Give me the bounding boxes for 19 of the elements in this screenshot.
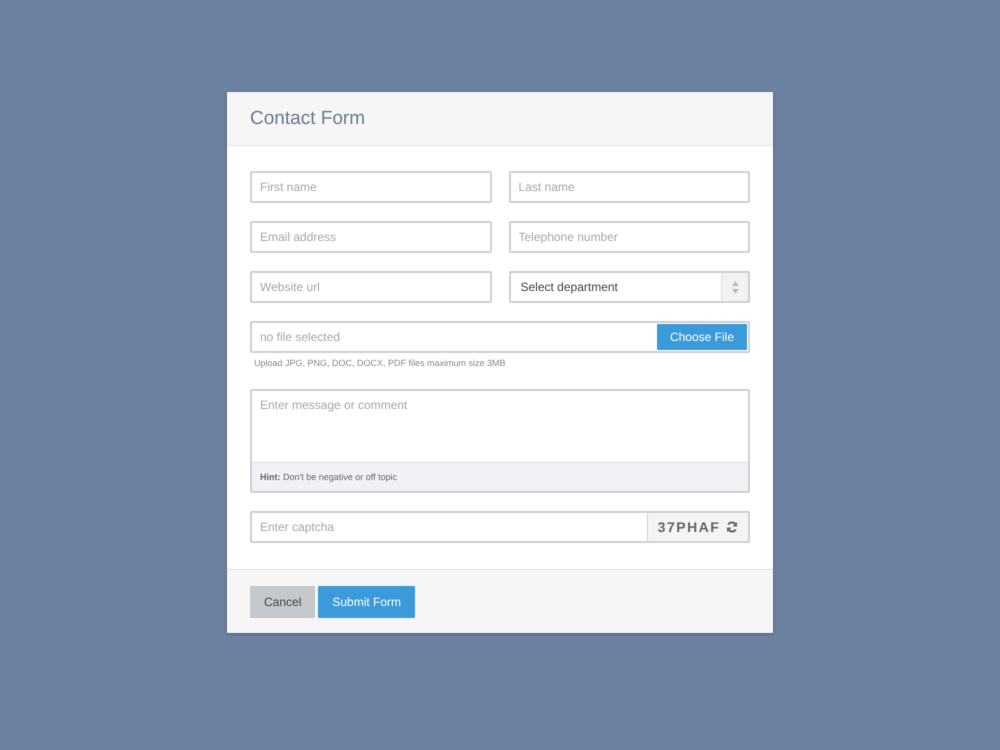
hint-text: Hint: Don't be negative or off topic	[252, 462, 748, 491]
email-field[interactable]: Email address	[250, 221, 492, 253]
file-status-text: no file selected	[260, 330, 342, 344]
telephone-field[interactable]: Telephone number	[508, 221, 750, 253]
captcha-field[interactable]: Enter captcha 37PHAF	[250, 511, 750, 543]
form-title: Contact Form	[250, 108, 366, 130]
website-field[interactable]: Website url	[250, 271, 492, 303]
first-name-field[interactable]: First name	[250, 171, 492, 203]
message-field[interactable]: Enter message or comment Hint: Don't be negative or off topic	[250, 389, 750, 493]
file-upload-field[interactable]: no file selected Choose File	[250, 321, 750, 353]
refresh-icon[interactable]	[726, 521, 738, 533]
submit-button[interactable]: Submit Form	[318, 586, 416, 618]
choose-file-button[interactable]: Choose File	[656, 324, 747, 350]
captcha-code: 37PHAF	[658, 519, 720, 535]
cancel-button[interactable]: Cancel	[250, 586, 316, 618]
department-select[interactable]: Select department	[508, 271, 750, 303]
last-name-field[interactable]: Last name	[508, 171, 750, 203]
sort-arrows-icon	[732, 280, 738, 294]
upload-help-text: Upload JPG, PNG, DOC, DOCX, PDF files maximum size 3MB	[254, 358, 506, 368]
